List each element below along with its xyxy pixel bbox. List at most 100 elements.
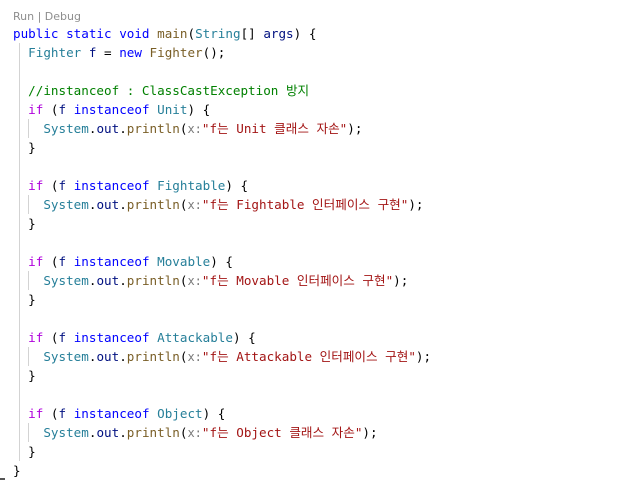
type-fighter: Fighter [28, 45, 82, 60]
keyword-if: if [28, 406, 44, 421]
code-editor[interactable]: Run | Debug public static void main(Stri… [0, 0, 643, 485]
code-line-close-brace: } [13, 138, 643, 157]
variable-f: f [58, 406, 67, 421]
code-line-if-attackable: if (f instanceof Attackable) { [13, 328, 643, 347]
string-literal: "f는 Attackable 인터페이스 구현" [201, 349, 416, 364]
code-line-comment: //instanceof : ClassCastException 방지 [13, 81, 643, 100]
parameter-hint: x: [187, 426, 202, 440]
parameter-hint: x: [187, 350, 202, 364]
indent-guide [28, 423, 29, 442]
parameter-hint: x: [187, 122, 202, 136]
method-println: println [126, 349, 180, 364]
parameter-hint: x: [187, 198, 202, 212]
type-string: String [195, 26, 241, 41]
string-literal: "f는 Movable 인터페이스 구현" [201, 273, 394, 288]
closing-brace: } [28, 140, 36, 155]
paren-open: ( [43, 406, 59, 421]
paren-close-brace: ) { [293, 26, 317, 41]
statement-end: (); [202, 45, 226, 60]
type-name: Unit [157, 102, 188, 117]
keyword-instanceof: instanceof [73, 330, 150, 345]
codelens: Run | Debug [13, 9, 81, 25]
parameter-hint: x: [187, 274, 202, 288]
class-system: System [43, 273, 89, 288]
keyword-instanceof: instanceof [73, 254, 150, 269]
type-name: Attackable [157, 330, 233, 345]
keyword-public: public [13, 26, 59, 41]
statement-end: ); [408, 197, 424, 212]
type-name: Object [157, 406, 203, 421]
closing-brace: } [28, 216, 36, 231]
indent-guide [28, 119, 29, 138]
debug-link[interactable]: Debug [45, 10, 81, 23]
code-line-close-brace: } [13, 214, 643, 233]
string-literal: "f는 Fightable 인터페이스 구현" [201, 197, 409, 212]
code-area[interactable]: public static void main(String[] args) {… [13, 24, 643, 480]
code-line-println-object: System.out.println(x:"f는 Object 클래스 자손")… [13, 423, 643, 442]
code-line-println-movable: System.out.println(x:"f는 Movable 인터페이스 구… [13, 271, 643, 290]
field-out: out [96, 121, 120, 136]
field-out: out [96, 197, 120, 212]
paren-close-brace: ) { [187, 102, 211, 117]
keyword-instanceof: instanceof [73, 178, 150, 193]
method-println: println [126, 197, 180, 212]
keyword-if: if [28, 102, 44, 117]
string-literal: "f는 Object 클래스 자손" [201, 425, 363, 440]
paren-close-brace: ) { [210, 254, 233, 269]
constructor-fighter: Fighter [149, 45, 203, 60]
class-system: System [43, 197, 89, 212]
type-name: Fightable [157, 178, 226, 193]
run-link[interactable]: Run [13, 10, 34, 23]
keyword-new: new [119, 45, 142, 60]
keyword-instanceof: instanceof [73, 406, 150, 421]
statement-end: ); [362, 425, 378, 440]
field-out: out [96, 273, 120, 288]
code-line-if-fightable: if (f instanceof Fightable) { [13, 176, 643, 195]
closing-brace: } [28, 444, 36, 459]
variable-f: f [58, 178, 67, 193]
code-line-close-brace: } [13, 442, 643, 461]
code-line-main-signature: public static void main(String[] args) { [13, 24, 643, 43]
paren-open: ( [187, 26, 196, 41]
paren-close-brace: ) { [232, 330, 256, 345]
comment-text: //instanceof : ClassCastException 방지 [28, 83, 310, 98]
keyword-if: if [28, 330, 44, 345]
closing-brace: } [28, 292, 36, 307]
paren-open: ( [43, 330, 59, 345]
param-args: args [263, 26, 294, 41]
method-println: println [126, 425, 180, 440]
method-println: println [126, 273, 180, 288]
method-name-main: main [157, 26, 188, 41]
code-line-println-unit: System.out.println(x:"f는 Unit 클래스 자손"); [13, 119, 643, 138]
class-system: System [43, 121, 89, 136]
array-brackets: [] [240, 26, 264, 41]
class-system: System [43, 425, 89, 440]
paren-open: ( [43, 102, 59, 117]
method-closing-brace: } [13, 463, 21, 478]
method-println: println [126, 121, 180, 136]
field-out: out [96, 425, 120, 440]
code-line-close-brace: } [13, 366, 643, 385]
code-line-method-close: } [13, 461, 643, 480]
indent-guide [28, 347, 29, 366]
statement-end: ); [347, 121, 363, 136]
code-line-if-object: if (f instanceof Object) { [13, 404, 643, 423]
codelens-separator: | [34, 10, 45, 23]
class-system: System [43, 349, 89, 364]
keyword-void: void [119, 26, 150, 41]
paren-close-brace: ) { [225, 178, 249, 193]
closing-brace: } [28, 368, 36, 383]
field-out: out [96, 349, 120, 364]
paren-close-brace: ) { [202, 406, 226, 421]
statement-end: ); [415, 349, 432, 364]
variable-f: f [58, 102, 67, 117]
keyword-static: static [66, 26, 112, 41]
indent-guide [28, 271, 29, 290]
paren-open: ( [43, 254, 59, 269]
code-line-if-movable: if (f instanceof Movable) { [13, 252, 643, 271]
keyword-instanceof: instanceof [73, 102, 150, 117]
string-literal: "f는 Unit 클래스 자손" [201, 121, 348, 136]
